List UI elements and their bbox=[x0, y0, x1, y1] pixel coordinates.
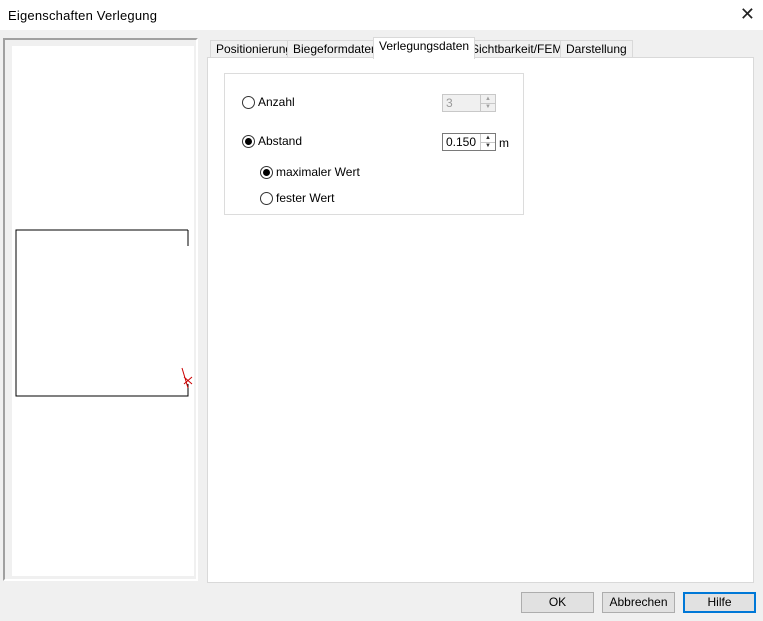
maximaler-wert-label: maximaler Wert bbox=[276, 165, 360, 179]
preview-canvas bbox=[12, 46, 194, 576]
tab-darstellung[interactable]: Darstellung bbox=[560, 40, 633, 58]
close-icon[interactable]: ✕ bbox=[740, 4, 755, 24]
anzahl-radio[interactable]: Anzahl bbox=[242, 95, 295, 109]
spin-down-icon[interactable]: ▼ bbox=[481, 104, 495, 112]
abstand-radio-circle bbox=[242, 134, 255, 148]
tab-verlegungsdaten[interactable]: Verlegungsdaten bbox=[373, 37, 476, 59]
hilfe-button[interactable]: Hilfe bbox=[683, 592, 756, 613]
fester-wert-label: fester Wert bbox=[276, 191, 335, 205]
maximaler-wert-radio[interactable]: maximaler Wert bbox=[260, 165, 360, 179]
window-title: Eigenschaften Verlegung bbox=[8, 8, 158, 23]
abstand-radio[interactable]: Abstand bbox=[242, 134, 302, 148]
abstand-label: Abstand bbox=[258, 134, 303, 148]
fester-wert-radio-circle bbox=[260, 191, 273, 205]
abstand-stepper[interactable]: 0.150 ▲ ▼ bbox=[442, 133, 496, 151]
anzahl-radio-circle bbox=[242, 95, 255, 109]
preview-marker-icon bbox=[181, 367, 193, 389]
tab-biegeformdaten[interactable]: Biegeformdaten bbox=[287, 40, 384, 58]
abstand-value: 0.150 bbox=[446, 135, 477, 149]
tab-sichtbarkeit-fem[interactable]: Sichtbarkeit/FEM bbox=[465, 40, 569, 58]
tab-panel-verlegungsdaten: Anzahl 3 ▲ ▼ Abstand 0.150 ▲ ▼ m maximal… bbox=[207, 57, 754, 583]
spin-down-icon[interactable]: ▼ bbox=[481, 143, 495, 151]
tab-positionierung[interactable]: Positionierung bbox=[210, 40, 299, 58]
abstand-unit: m bbox=[499, 136, 509, 150]
spin-up-icon[interactable]: ▲ bbox=[481, 134, 495, 143]
title-bar: Eigenschaften Verlegung ✕ bbox=[0, 0, 763, 30]
maximaler-wert-radio-circle bbox=[260, 165, 273, 179]
preview-outline bbox=[15, 229, 189, 397]
preview-drawing bbox=[15, 229, 193, 397]
abbrechen-button[interactable]: Abbrechen bbox=[602, 592, 675, 613]
anzahl-label: Anzahl bbox=[258, 95, 295, 109]
spin-up-icon[interactable]: ▲ bbox=[481, 95, 495, 104]
verlegung-groupbox: Anzahl 3 ▲ ▼ Abstand 0.150 ▲ ▼ m maximal… bbox=[224, 73, 524, 215]
ok-button[interactable]: OK bbox=[521, 592, 594, 613]
preview-frame bbox=[3, 38, 198, 581]
fester-wert-radio[interactable]: fester Wert bbox=[260, 191, 334, 205]
anzahl-stepper[interactable]: 3 ▲ ▼ bbox=[442, 94, 496, 112]
anzahl-value: 3 bbox=[446, 96, 453, 110]
